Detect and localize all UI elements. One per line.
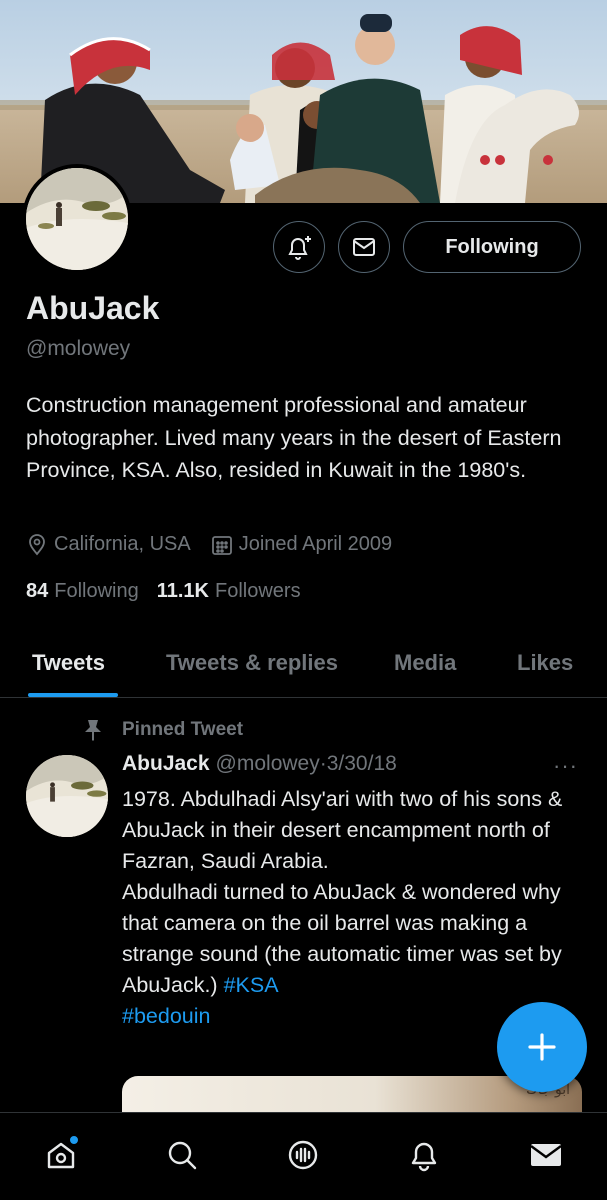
profile-avatar[interactable] [22,164,132,274]
notification-bell-button[interactable] [273,221,325,273]
tab-media[interactable]: Media [394,650,456,676]
profile-bio: Construction management professional and… [26,393,562,482]
nav-spaces[interactable] [283,1135,323,1175]
followers-label: Followers [215,580,301,602]
plus-icon [528,1033,556,1061]
location-text: California, USA [54,533,191,555]
following-count: 84 [26,580,49,602]
bell-plus-icon [288,236,311,260]
profile-joined: Joined April 2009 [211,533,392,556]
tweet-separator: · [319,752,327,775]
home-notification-dot [69,1135,79,1145]
notifications-icon [411,1142,437,1172]
following-button[interactable]: Following [403,221,581,273]
pin-icon [85,720,101,741]
following-stat[interactable]: 84 Following [26,580,139,603]
profile-tabs: Tweets Tweets & replies Media Likes [0,640,607,698]
profile-page: Following AbuJack @molowey Construction … [0,0,607,1200]
spaces-icon [288,1140,318,1170]
profile-location: California, USA [26,533,191,556]
following-label: Following [54,580,139,602]
bottom-navigation [0,1112,607,1200]
tweet-author-handle[interactable]: @molowey [216,752,320,776]
profile-stats: 84 Following 11.1K Followers [26,580,301,603]
tweet-body: 1978. Abdulhadi Alsy'ari with two of his… [122,787,563,997]
hashtag-ksa[interactable]: #KSA [224,973,279,997]
tab-tweets-replies[interactable]: Tweets & replies [166,650,338,676]
hashtag-bedouin[interactable]: #bedouin [122,1004,210,1028]
tweet-author-name[interactable]: AbuJack [122,752,210,776]
message-button[interactable] [338,221,390,273]
pinned-indicator: Pinned Tweet [82,718,243,742]
active-tab-indicator [28,693,118,697]
user-handle: @molowey [26,337,131,360]
compose-tweet-button[interactable] [497,1002,587,1092]
pinned-label: Pinned Tweet [122,719,244,740]
nav-home[interactable] [41,1135,81,1175]
envelope-icon [353,238,375,256]
search-icon [168,1141,197,1170]
display-name: AbuJack [26,290,160,326]
tweet-text: 1978. Abdulhadi Alsy'ari with two of his… [122,784,582,1032]
nav-messages[interactable] [526,1135,566,1175]
location-pin-icon [29,533,45,555]
tab-likes[interactable]: Likes [517,650,573,676]
tweet-date[interactable]: 3/30/18 [327,752,397,776]
tweet-author-avatar[interactable] [26,755,108,837]
messages-icon [530,1144,562,1166]
nav-search[interactable] [162,1135,202,1175]
followers-count: 11.1K [156,580,209,602]
tweet-more-icon[interactable]: ··· [553,753,578,779]
tab-tweets[interactable]: Tweets [32,650,105,676]
calendar-icon [211,535,232,555]
followers-stat[interactable]: 11.1K Followers [157,580,301,603]
tweet-header: AbuJack @molowey · 3/30/18 [122,752,397,776]
profile-meta: California, USA Joined April 2009 [26,533,392,556]
nav-notifications[interactable] [404,1135,444,1175]
joined-text: Joined April 2009 [238,533,393,555]
